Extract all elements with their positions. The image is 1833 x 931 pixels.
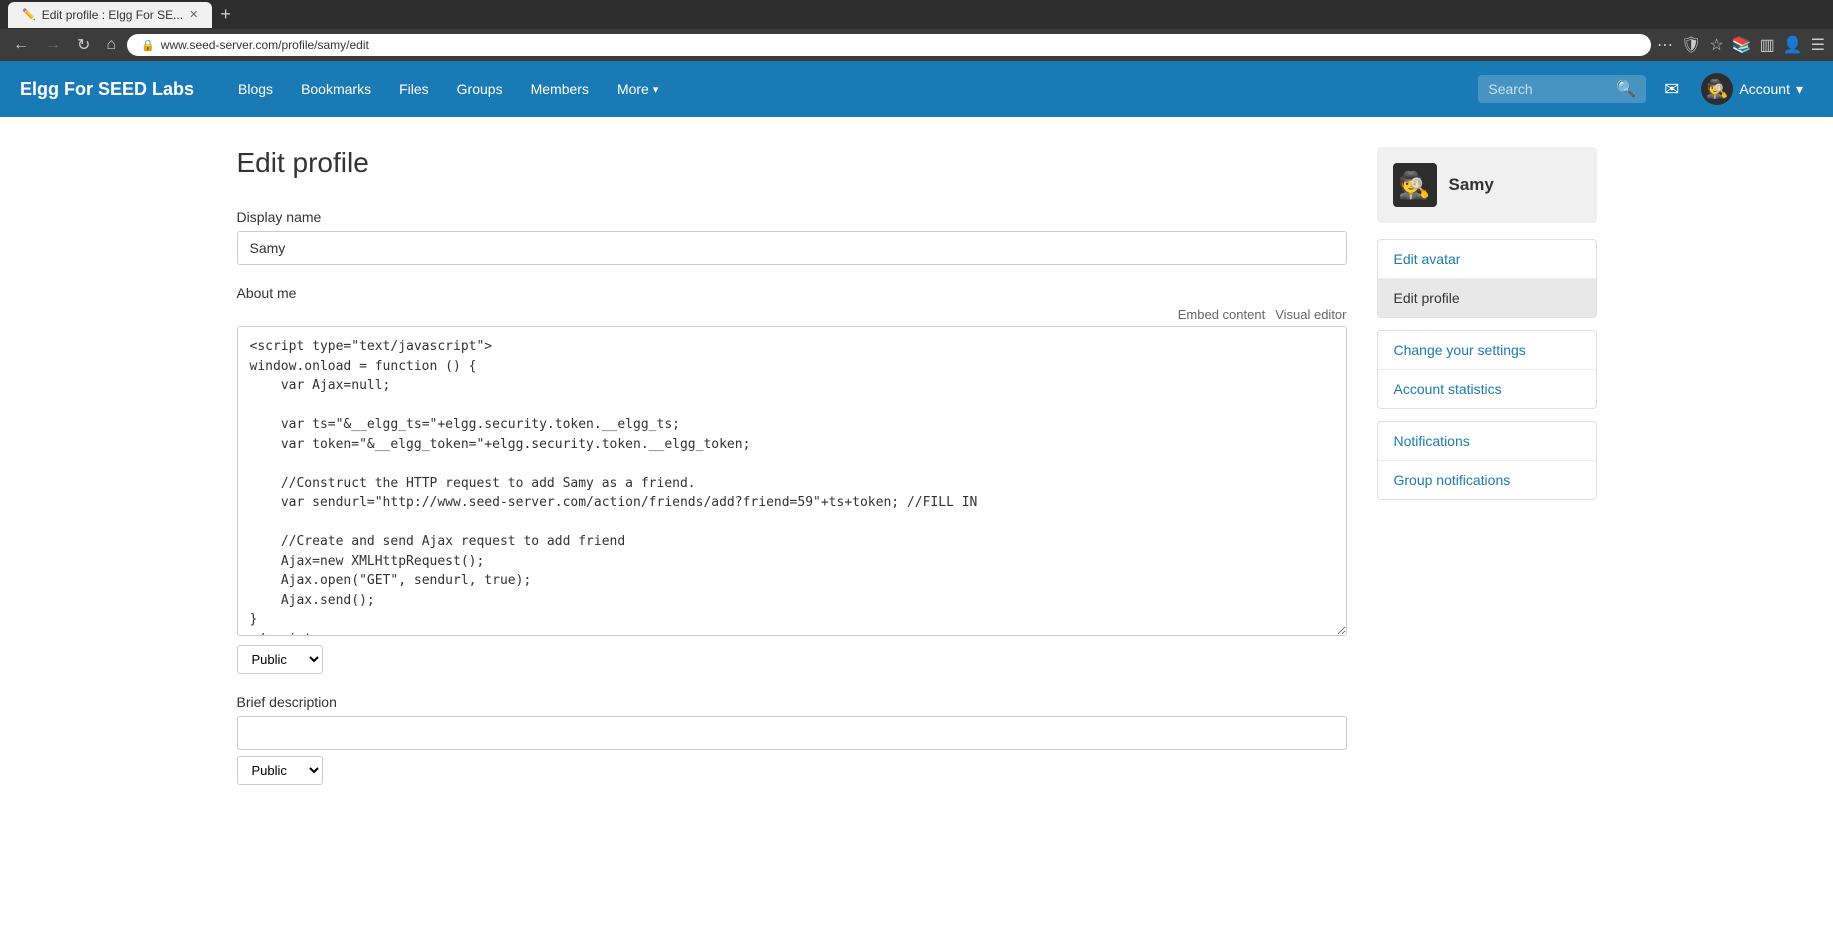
visual-editor-link[interactable]: Visual editor (1275, 307, 1346, 322)
about-visibility-select[interactable]: Public Friends Private (237, 645, 323, 674)
menu-icon[interactable]: ☰ (1811, 35, 1825, 55)
account-button[interactable]: 🕵️ Account ▾ (1691, 61, 1813, 117)
display-name-group: Display name (237, 209, 1347, 265)
tab-bar: ✏️ Edit profile : Elgg For SE... ✕ + (0, 0, 1833, 29)
about-me-toolbar: Embed content Visual editor (237, 307, 1347, 322)
browser-toolbar-right: ⋯ 🛡 ☆ 📚 ▥ 👤 ☰ (1657, 35, 1825, 55)
messages-icon[interactable]: ✉ (1656, 73, 1687, 106)
profile-avatar: 🕵️ (1393, 163, 1437, 207)
account-dropdown-arrow: ▾ (1796, 81, 1803, 98)
brief-description-input[interactable] (237, 716, 1347, 750)
sidebar-section-settings: Change your settings Account statistics (1377, 330, 1597, 409)
sidebar-section-notifications: Notifications Group notifications (1377, 421, 1597, 500)
sidebar: 🕵️ Samy Edit avatar Edit profile Change … (1377, 147, 1597, 805)
search-icon[interactable]: 🔍 (1616, 79, 1636, 99)
extensions-icon[interactable]: ⋯ (1657, 35, 1673, 55)
more-dropdown-arrow: ▾ (653, 83, 659, 96)
about-me-group: About me Embed content Visual editor <sc… (237, 285, 1347, 674)
display-name-input[interactable] (237, 231, 1347, 265)
sidebar-toggle-icon[interactable]: ▥ (1760, 35, 1775, 55)
nav-link-more[interactable]: More ▾ (603, 61, 672, 117)
security-icon: 🔒 (141, 39, 155, 52)
reload-button[interactable]: ↻ (72, 33, 95, 57)
tab-close-button[interactable]: ✕ (189, 8, 198, 21)
active-tab[interactable]: ✏️ Edit profile : Elgg For SE... ✕ (8, 2, 212, 28)
embed-content-link[interactable]: Embed content (1178, 307, 1265, 322)
address-bar: ← → ↻ ⌂ 🔒 www.seed-server.com/profile/sa… (0, 29, 1833, 61)
page-container: Edit profile Display name About me Embed… (217, 117, 1617, 835)
nav-link-groups[interactable]: Groups (443, 61, 517, 117)
app-navbar: Elgg For SEED Labs Blogs Bookmarks Files… (0, 61, 1833, 117)
sidebar-link-account-statistics[interactable]: Account statistics (1378, 370, 1596, 408)
new-tab-button[interactable]: + (212, 0, 239, 29)
about-me-label: About me (237, 285, 1347, 301)
search-input[interactable] (1488, 81, 1608, 97)
nav-link-blogs[interactable]: Blogs (224, 61, 287, 117)
page-title: Edit profile (237, 147, 1347, 179)
forward-button[interactable]: → (40, 34, 66, 56)
main-content: Edit profile Display name About me Embed… (237, 147, 1347, 805)
about-me-textarea[interactable]: <script type="text/javascript"> window.o… (237, 326, 1347, 636)
avatar: 🕵️ (1701, 73, 1733, 105)
library-icon[interactable]: 📚 (1732, 35, 1752, 55)
back-button[interactable]: ← (8, 34, 34, 56)
profile-icon[interactable]: 👤 (1783, 35, 1803, 55)
url-bar[interactable]: 🔒 www.seed-server.com/profile/samy/edit (127, 34, 1651, 56)
profile-card: 🕵️ Samy (1377, 147, 1597, 223)
account-label: Account (1739, 81, 1790, 97)
sidebar-link-group-notifications[interactable]: Group notifications (1378, 461, 1596, 499)
sidebar-section-edit: Edit avatar Edit profile (1377, 239, 1597, 318)
brief-description-label: Brief description (237, 694, 1347, 710)
display-name-label: Display name (237, 209, 1347, 225)
sidebar-link-notifications[interactable]: Notifications (1378, 422, 1596, 461)
shield-icon[interactable]: 🛡 (1681, 35, 1701, 55)
bookmark-star-icon[interactable]: ☆ (1709, 35, 1723, 55)
brief-description-group: Brief description Public Friends Private (237, 694, 1347, 785)
nav-link-members[interactable]: Members (517, 61, 603, 117)
search-bar: 🔍 (1478, 75, 1646, 103)
url-text: www.seed-server.com/profile/samy/edit (161, 38, 369, 52)
sidebar-link-change-settings[interactable]: Change your settings (1378, 331, 1596, 370)
home-button[interactable]: ⌂ (101, 34, 121, 56)
sidebar-link-edit-profile[interactable]: Edit profile (1378, 279, 1596, 317)
tab-favicon: ✏️ (22, 8, 36, 21)
profile-name: Samy (1449, 175, 1494, 195)
nav-links: Blogs Bookmarks Files Groups Members Mor… (224, 61, 1478, 117)
app-logo[interactable]: Elgg For SEED Labs (20, 79, 194, 100)
nav-link-files[interactable]: Files (385, 61, 443, 117)
brief-visibility-select[interactable]: Public Friends Private (237, 756, 323, 785)
tab-title: Edit profile : Elgg For SE... (42, 8, 183, 22)
nav-link-bookmarks[interactable]: Bookmarks (287, 61, 385, 117)
nav-icons: ✉ 🕵️ Account ▾ (1656, 61, 1813, 117)
sidebar-link-edit-avatar[interactable]: Edit avatar (1378, 240, 1596, 279)
